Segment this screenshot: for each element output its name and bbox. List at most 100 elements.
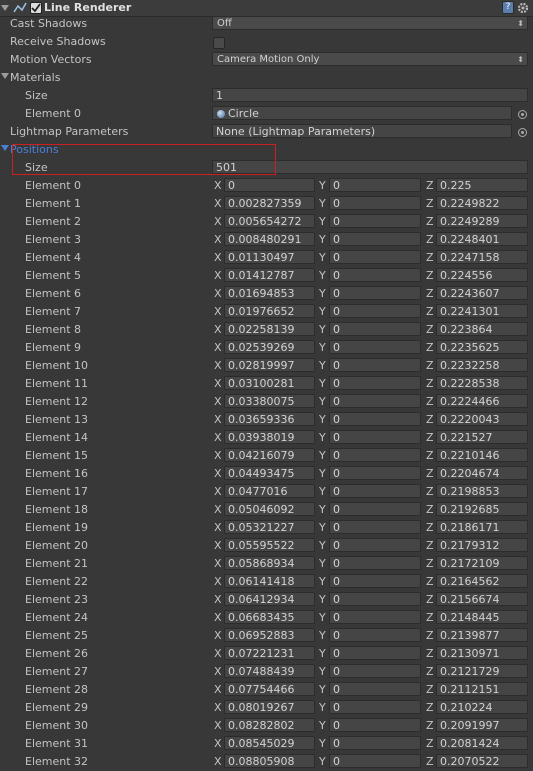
motion-vectors-dropdown[interactable]: Camera Motion Only ⬍ xyxy=(212,52,528,66)
receive-shadows-checkbox[interactable] xyxy=(213,37,225,49)
position-x-field[interactable]: 0.06952883 xyxy=(224,628,315,642)
foldout-arrow-icon[interactable] xyxy=(1,5,9,11)
position-x-field[interactable]: 0.03938019 xyxy=(224,430,315,444)
position-z-field[interactable]: 0.2130971 xyxy=(436,646,528,660)
position-y-field[interactable]: 0 xyxy=(329,268,421,282)
position-y-field[interactable]: 0 xyxy=(329,250,421,264)
position-y-field[interactable]: 0 xyxy=(329,664,421,678)
position-z-field[interactable]: 0.2232258 xyxy=(436,358,528,372)
position-x-field[interactable]: 0.07754466 xyxy=(224,682,315,696)
position-y-field[interactable]: 0 xyxy=(329,682,421,696)
position-y-field[interactable]: 0 xyxy=(329,700,421,714)
position-y-field[interactable]: 0 xyxy=(329,358,421,372)
position-z-field[interactable]: 0.2156674 xyxy=(436,592,528,606)
position-y-field[interactable]: 0 xyxy=(329,754,421,768)
position-z-field[interactable]: 0.2198853 xyxy=(436,484,528,498)
position-z-field[interactable]: 0.2247158 xyxy=(436,250,528,264)
position-z-field[interactable]: 0.2179312 xyxy=(436,538,528,552)
position-x-field[interactable]: 0.05595522 xyxy=(224,538,315,552)
position-x-field[interactable]: 0.08545029 xyxy=(224,736,315,750)
lightmap-object-field[interactable]: None (Lightmap Parameters) xyxy=(212,124,512,138)
position-y-field[interactable]: 0 xyxy=(329,178,421,192)
position-x-field[interactable]: 0.02539269 xyxy=(224,340,315,354)
position-y-field[interactable]: 0 xyxy=(329,556,421,570)
position-z-field[interactable]: 0.2228538 xyxy=(436,376,528,390)
position-x-field[interactable]: 0.02819997 xyxy=(224,358,315,372)
position-y-field[interactable]: 0 xyxy=(329,304,421,318)
position-y-field[interactable]: 0 xyxy=(329,412,421,426)
position-z-field[interactable]: 0.2172109 xyxy=(436,556,528,570)
position-x-field[interactable]: 0.002827359 xyxy=(224,196,315,210)
position-x-field[interactable]: 0.05046092 xyxy=(224,502,315,516)
position-x-field[interactable]: 0.005654272 xyxy=(224,214,315,228)
position-y-field[interactable]: 0 xyxy=(329,340,421,354)
position-z-field[interactable]: 0.2186171 xyxy=(436,520,528,534)
position-x-field[interactable]: 0.08019267 xyxy=(224,700,315,714)
position-y-field[interactable]: 0 xyxy=(329,286,421,300)
position-y-field[interactable]: 0 xyxy=(329,214,421,228)
position-x-field[interactable]: 0.06683435 xyxy=(224,610,315,624)
position-z-field[interactable]: 0.210224 xyxy=(436,700,528,714)
foldout-arrow-icon[interactable] xyxy=(1,73,9,79)
position-y-field[interactable]: 0 xyxy=(329,610,421,624)
position-x-field[interactable]: 0.08282802 xyxy=(224,718,315,732)
position-x-field[interactable]: 0 xyxy=(224,178,315,192)
position-z-field[interactable]: 0.2210146 xyxy=(436,448,528,462)
materials-row[interactable]: Materials xyxy=(0,69,533,87)
object-picker-icon[interactable] xyxy=(518,110,527,119)
position-y-field[interactable]: 0 xyxy=(329,232,421,246)
position-z-field[interactable]: 0.2070522 xyxy=(436,754,528,768)
position-z-field[interactable]: 0.2241301 xyxy=(436,304,528,318)
position-z-field[interactable]: 0.223864 xyxy=(436,322,528,336)
position-z-field[interactable]: 0.2139877 xyxy=(436,628,528,642)
position-z-field[interactable]: 0.221527 xyxy=(436,430,528,444)
position-z-field[interactable]: 0.2248401 xyxy=(436,232,528,246)
position-y-field[interactable]: 0 xyxy=(329,520,421,534)
position-x-field[interactable]: 0.01412787 xyxy=(224,268,315,282)
position-z-field[interactable]: 0.225 xyxy=(436,178,528,192)
position-z-field[interactable]: 0.2220043 xyxy=(436,412,528,426)
position-y-field[interactable]: 0 xyxy=(329,736,421,750)
position-z-field[interactable]: 0.2243607 xyxy=(436,286,528,300)
position-z-field[interactable]: 0.2112151 xyxy=(436,682,528,696)
position-z-field[interactable]: 0.2249289 xyxy=(436,214,528,228)
position-x-field[interactable]: 0.07221231 xyxy=(224,646,315,660)
position-x-field[interactable]: 0.04493475 xyxy=(224,466,315,480)
enabled-checkbox[interactable] xyxy=(30,2,42,14)
help-icon[interactable]: ? xyxy=(502,1,514,14)
position-x-field[interactable]: 0.0477016 xyxy=(224,484,315,498)
position-y-field[interactable]: 0 xyxy=(329,574,421,588)
position-x-field[interactable]: 0.08805908 xyxy=(224,754,315,768)
position-x-field[interactable]: 0.05868934 xyxy=(224,556,315,570)
position-y-field[interactable]: 0 xyxy=(329,394,421,408)
position-x-field[interactable]: 0.03659336 xyxy=(224,412,315,426)
position-x-field[interactable]: 0.03380075 xyxy=(224,394,315,408)
materials-size-field[interactable]: 1 xyxy=(212,88,528,102)
position-x-field[interactable]: 0.02258139 xyxy=(224,322,315,336)
position-y-field[interactable]: 0 xyxy=(329,502,421,516)
position-y-field[interactable]: 0 xyxy=(329,322,421,336)
position-z-field[interactable]: 0.224556 xyxy=(436,268,528,282)
position-x-field[interactable]: 0.01694853 xyxy=(224,286,315,300)
position-z-field[interactable]: 0.2224466 xyxy=(436,394,528,408)
object-picker-icon[interactable] xyxy=(518,128,527,137)
position-y-field[interactable]: 0 xyxy=(329,718,421,732)
material-object-field[interactable]: Circle xyxy=(212,106,512,120)
position-x-field[interactable]: 0.008480291 xyxy=(224,232,315,246)
position-z-field[interactable]: 0.2148445 xyxy=(436,610,528,624)
position-y-field[interactable]: 0 xyxy=(329,196,421,210)
position-x-field[interactable]: 0.01976652 xyxy=(224,304,315,318)
position-x-field[interactable]: 0.06141418 xyxy=(224,574,315,588)
position-y-field[interactable]: 0 xyxy=(329,538,421,552)
position-z-field[interactable]: 0.2192685 xyxy=(436,502,528,516)
position-x-field[interactable]: 0.04216079 xyxy=(224,448,315,462)
cast-shadows-dropdown[interactable]: Off ⬍ xyxy=(212,16,528,30)
position-x-field[interactable]: 0.07488439 xyxy=(224,664,315,678)
position-y-field[interactable]: 0 xyxy=(329,628,421,642)
position-y-field[interactable]: 0 xyxy=(329,592,421,606)
position-y-field[interactable]: 0 xyxy=(329,376,421,390)
position-z-field[interactable]: 0.2091997 xyxy=(436,718,528,732)
position-x-field[interactable]: 0.05321227 xyxy=(224,520,315,534)
position-y-field[interactable]: 0 xyxy=(329,430,421,444)
position-z-field[interactable]: 0.2121729 xyxy=(436,664,528,678)
